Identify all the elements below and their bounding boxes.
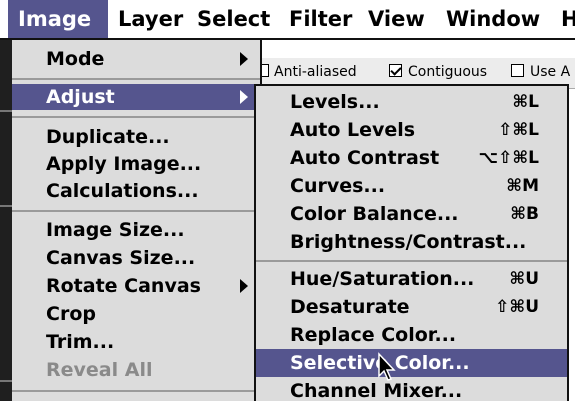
menu-item-label: Adjust [46, 86, 115, 108]
menu-item-label: Auto Contrast [290, 147, 440, 169]
shortcut-label: ⌘U [509, 269, 539, 289]
contiguous-label: Contiguous [408, 64, 488, 80]
menu-item-label: Brightness/Contrast... [290, 231, 527, 253]
menu-select[interactable]: Select [187, 0, 280, 38]
mouse-pointer-icon [378, 352, 396, 381]
menu-item-label: Mode [46, 48, 105, 70]
shortcut-label: ⌥⇧⌘L [478, 148, 539, 168]
menu-separator [12, 210, 260, 212]
menu-item-apply-image[interactable]: Apply Image... [12, 151, 260, 177]
menu-item-label: Color Balance... [290, 203, 459, 225]
menu-help[interactable]: H [551, 0, 575, 38]
menu-item-crop[interactable]: Crop [12, 301, 260, 327]
menu-item-label: Replace Color... [290, 324, 457, 346]
menu-item-mode[interactable]: Mode [12, 46, 260, 72]
submenu-item-brightness-contrast[interactable]: Brightness/Contrast... [256, 228, 567, 256]
menu-bar: Image Layer Select Filter View Window H [0, 0, 575, 40]
menu-item-label: Levels... [290, 91, 380, 113]
submenu-item-selective-color[interactable]: Selective Color... [256, 349, 567, 377]
submenu-arrow-icon [240, 279, 248, 293]
submenu-item-color-balance[interactable]: Color Balance... ⌘B [256, 200, 567, 228]
submenu-item-levels[interactable]: Levels... ⌘L [256, 88, 567, 116]
menu-separator [256, 260, 567, 262]
menu-item-adjust[interactable]: Adjust [12, 84, 260, 110]
submenu-arrow-icon [240, 52, 248, 66]
shortcut-label: ⌘L [512, 92, 539, 112]
anti-aliased-label: Anti-aliased [274, 64, 357, 80]
shortcut-label: ⌘M [506, 176, 539, 196]
menu-item-label: Desaturate [290, 296, 410, 318]
submenu-item-curves[interactable]: Curves... ⌘M [256, 172, 567, 200]
menu-item-label: Auto Levels [290, 119, 416, 141]
submenu-arrow-icon [240, 90, 248, 104]
menu-item-trim[interactable]: Trim... [12, 329, 260, 355]
submenu-item-hue-saturation[interactable]: Hue/Saturation... ⌘U [256, 265, 567, 293]
window-edge [0, 40, 12, 401]
use-all-label: Use A [530, 64, 571, 80]
menu-item-reveal-all: Reveal All [46, 359, 153, 381]
menu-item-calculations[interactable]: Calculations... [12, 178, 260, 204]
menu-item-label: Curves... [290, 175, 386, 197]
menu-separator [12, 390, 260, 392]
menu-layer[interactable]: Layer [108, 0, 193, 38]
submenu-item-auto-levels[interactable]: Auto Levels ⇧⌘L [256, 116, 567, 144]
menu-filter[interactable]: Filter [279, 0, 362, 38]
menu-item-image-size[interactable]: Image Size... [12, 217, 260, 243]
menu-item-label: Hue/Saturation... [290, 268, 475, 290]
menu-item-duplicate[interactable]: Duplicate... [12, 124, 260, 150]
menu-item-label: Channel Mixer... [290, 380, 463, 402]
menu-image[interactable]: Image [8, 0, 108, 38]
menu-item-label: Rotate Canvas [46, 275, 201, 297]
menu-separator [12, 78, 260, 80]
contiguous-checkbox[interactable] [389, 64, 402, 77]
menu-item-canvas-size[interactable]: Canvas Size... [12, 245, 260, 271]
submenu-item-replace-color[interactable]: Replace Color... [256, 321, 567, 349]
shortcut-label: ⌘B [510, 204, 539, 224]
shortcut-label: ⇧⌘L [498, 120, 539, 140]
menu-view[interactable]: View [358, 0, 435, 38]
shortcut-label: ⇧⌘U [495, 297, 539, 317]
menu-item-rotate-canvas[interactable]: Rotate Canvas [12, 273, 260, 299]
submenu-item-auto-contrast[interactable]: Auto Contrast ⌥⇧⌘L [256, 144, 567, 172]
menu-separator [12, 116, 260, 118]
adjust-submenu: Levels... ⌘L Auto Levels ⇧⌘L Auto Contra… [254, 84, 569, 402]
menu-window[interactable]: Window [436, 0, 550, 38]
image-menu: Mode Adjust Duplicate... Apply Image... … [12, 40, 262, 401]
submenu-item-desaturate[interactable]: Desaturate ⇧⌘U [256, 293, 567, 321]
use-all-checkbox[interactable] [511, 64, 524, 77]
